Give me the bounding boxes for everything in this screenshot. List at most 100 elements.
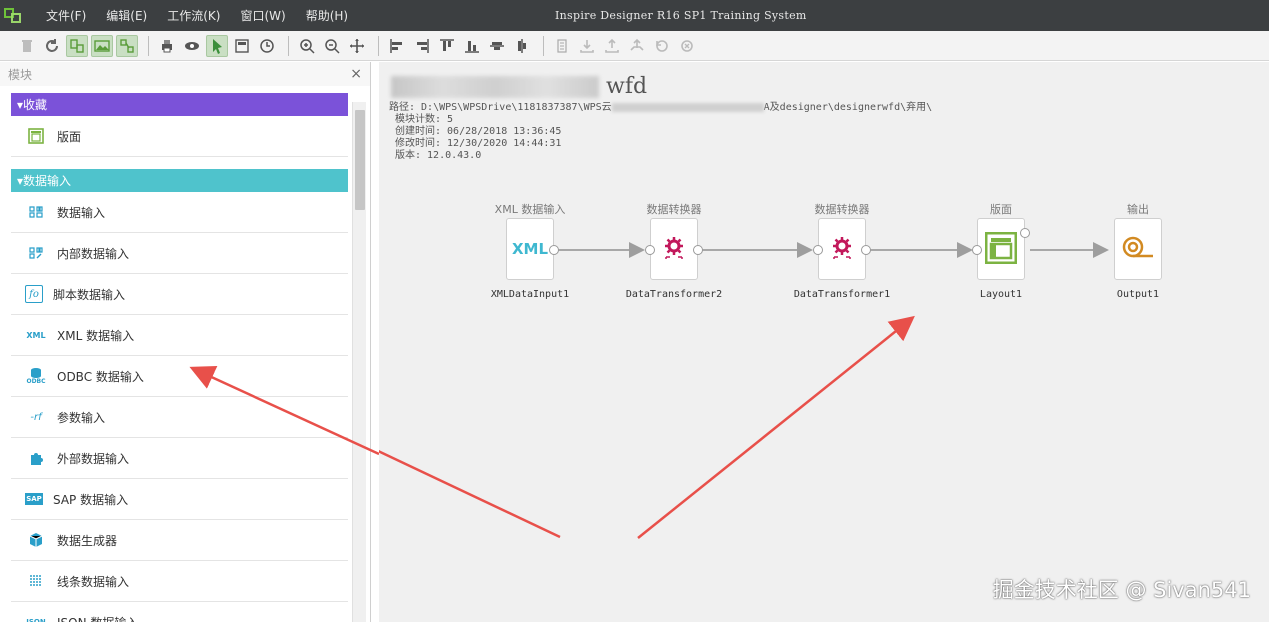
node-name-label: Layout1 — [979, 289, 1023, 300]
toolbar-separator — [378, 35, 379, 56]
external-data-input-icon — [25, 447, 47, 469]
menu-file[interactable]: 文件(F) — [46, 7, 86, 24]
align-left-icon[interactable] — [386, 35, 408, 57]
node-type-label: 数据转换器 — [814, 203, 870, 216]
data-generator-icon — [25, 529, 47, 551]
xml-icon: XML — [511, 240, 549, 258]
module-item-label: 版面 — [57, 129, 82, 144]
menu-workflow[interactable]: 工作流(K) — [167, 7, 220, 24]
image-view-icon[interactable] — [91, 34, 113, 57]
refresh-icon[interactable] — [41, 35, 63, 57]
align-middle-icon[interactable] — [486, 35, 508, 57]
module-item-data-input[interactable]: 数据输入 — [11, 192, 348, 233]
workflow-node-transformer1[interactable] — [813, 218, 871, 280]
category-favorites[interactable]: ▾收藏 — [11, 93, 348, 116]
clock-icon[interactable] — [256, 35, 278, 57]
module-item-script-data-input[interactable]: fo 脚本数据输入 — [11, 274, 348, 315]
module-item-label: 参数输入 — [57, 410, 106, 425]
print-icon[interactable] — [156, 35, 178, 57]
output-port[interactable] — [693, 245, 703, 255]
module-panel-scrollbar[interactable] — [352, 102, 366, 622]
output-port[interactable] — [861, 245, 871, 255]
properties-icon[interactable] — [551, 35, 573, 57]
module-view-icon[interactable] — [66, 34, 88, 57]
align-top-icon[interactable] — [436, 35, 458, 57]
node-type-label: 版面 — [990, 203, 1012, 216]
module-item-label: 外部数据输入 — [57, 451, 130, 466]
transformer-gear-icon — [829, 235, 855, 264]
output-roll-icon — [1122, 236, 1154, 263]
module-item-label: 脚本数据输入 — [53, 287, 126, 302]
category-data-input[interactable]: ▾数据输入 — [11, 169, 348, 192]
module-panel-header: 模块 × — [0, 62, 370, 86]
module-item-layout[interactable]: 版面 — [11, 116, 348, 157]
module-item-odbc-data-input[interactable]: ODBC ODBC 数据输入 — [11, 356, 348, 397]
node-name-label: DataTransformer1 — [793, 289, 891, 300]
layout-icon — [25, 125, 47, 147]
import-icon[interactable] — [576, 35, 598, 57]
toolbar — [0, 31, 1269, 61]
move-icon[interactable] — [346, 35, 368, 57]
module-list: ▾收藏 版面 ▾数据输入 数据输入 内部数据输入 fo 脚本数据输入 XML X… — [11, 93, 348, 622]
module-item-label: 线条数据输入 — [57, 574, 130, 589]
line-data-input-icon — [25, 570, 47, 592]
workflow-node-xml-input[interactable]: XML — [506, 218, 559, 280]
scrollbar-thumb[interactable] — [355, 110, 365, 210]
module-item-sap-data-input[interactable]: SAP SAP 数据输入 — [11, 479, 348, 520]
module-item-label: SAP 数据输入 — [53, 492, 129, 507]
module-item-data-generator[interactable]: 数据生成器 — [11, 520, 348, 561]
node-type-label: 数据转换器 — [646, 203, 702, 216]
zoom-in-icon[interactable] — [296, 35, 318, 57]
module-item-label: ODBC 数据输入 — [57, 369, 144, 384]
workflow-node-output[interactable] — [1114, 218, 1162, 280]
export-icon[interactable] — [601, 35, 623, 57]
connector-layer — [556, 242, 1109, 258]
preview-eye-icon[interactable] — [181, 35, 203, 57]
toolbar-separator — [148, 35, 149, 56]
workflow-node-transformer2[interactable] — [645, 218, 703, 280]
export-all-icon[interactable] — [626, 35, 648, 57]
align-center-icon[interactable] — [511, 35, 533, 57]
table-icon[interactable] — [231, 35, 253, 57]
link-view-icon[interactable] — [116, 34, 138, 57]
parameter-input-icon: -rf — [30, 411, 42, 423]
reset-icon[interactable] — [676, 35, 698, 57]
module-item-xml-data-input[interactable]: XML XML 数据输入 — [11, 315, 348, 356]
window-title: Inspire Designer R16 SP1 Training System — [555, 9, 807, 22]
workflow-node-layout[interactable] — [972, 218, 1030, 280]
delete-icon[interactable] — [16, 35, 38, 57]
close-icon[interactable]: × — [350, 66, 362, 82]
align-bottom-icon[interactable] — [461, 35, 483, 57]
output-port[interactable] — [1020, 228, 1030, 238]
align-right-icon[interactable] — [411, 35, 433, 57]
script-data-input-icon: fo — [25, 285, 43, 303]
menu-edit[interactable]: 编辑(E) — [106, 7, 147, 24]
internal-data-input-icon — [25, 242, 47, 264]
undo-history-icon[interactable] — [651, 35, 673, 57]
module-item-line-data-input[interactable]: 线条数据输入 — [11, 561, 348, 602]
module-item-label: 数据输入 — [57, 205, 106, 220]
module-item-label: JSON 数据输入 — [57, 614, 138, 622]
input-port[interactable] — [972, 245, 982, 255]
zoom-out-icon[interactable] — [321, 35, 343, 57]
module-panel: 模块 × ▾收藏 版面 ▾数据输入 数据输入 内部数据输入 fo 脚本数据输入 … — [0, 62, 371, 622]
input-port[interactable] — [813, 245, 823, 255]
module-item-json-data-input[interactable]: JSON JSON 数据输入 — [11, 602, 348, 622]
watermark: 掘金技术社区 @ Sivan541 — [992, 578, 1251, 602]
data-input-icon — [25, 201, 47, 223]
module-item-external-data-input[interactable]: 外部数据输入 — [11, 438, 348, 479]
select-pointer-icon[interactable] — [206, 34, 228, 57]
input-port[interactable] — [645, 245, 655, 255]
toolbar-separator — [543, 35, 544, 56]
menu-help[interactable]: 帮助(H) — [306, 7, 348, 24]
module-item-internal-data-input[interactable]: 内部数据输入 — [11, 233, 348, 274]
odbc-glyph: ODBC — [26, 377, 46, 385]
workflow-canvas[interactable]: wfd 路径: D:\WPS\WPSDrive\1181837387\WPS云 A… — [379, 62, 1269, 622]
node-type-label: XML 数据输入 — [494, 203, 566, 216]
output-port[interactable] — [549, 245, 559, 255]
json-input-icon: JSON — [26, 618, 46, 622]
transformer-gear-icon — [661, 235, 687, 264]
sap-input-icon: SAP — [25, 493, 43, 505]
menu-window[interactable]: 窗口(W) — [240, 7, 285, 24]
module-item-parameter-input[interactable]: -rf 参数输入 — [11, 397, 348, 438]
